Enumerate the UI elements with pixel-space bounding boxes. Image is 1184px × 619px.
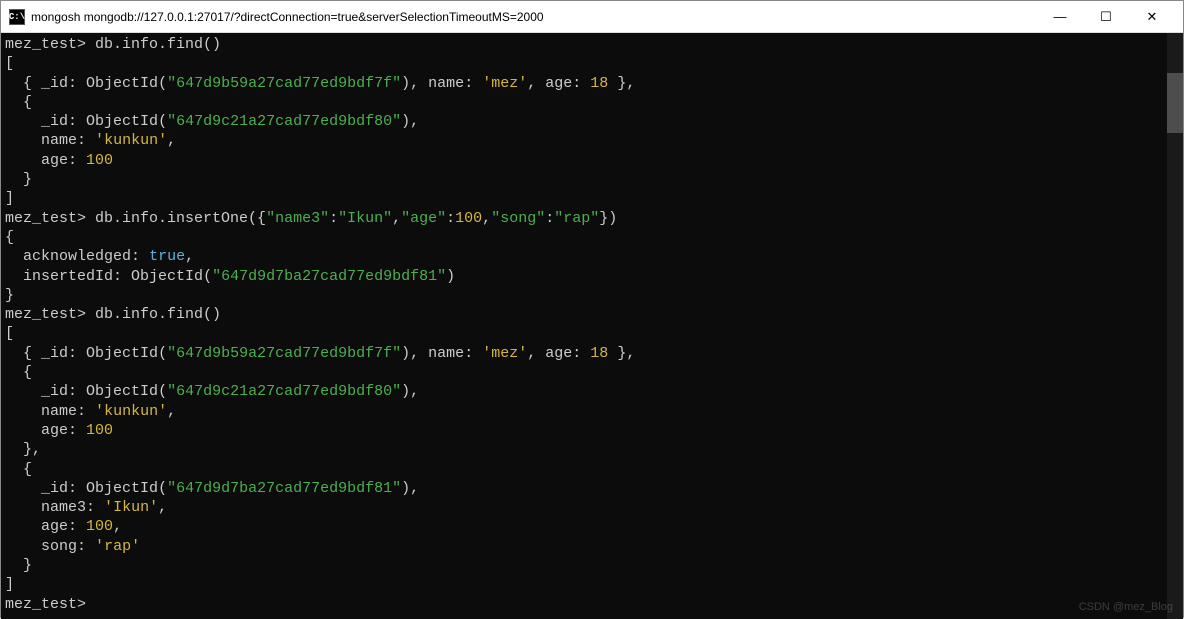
number-value: 100 — [86, 518, 113, 535]
command-text: db.info.insertOne({ — [95, 210, 266, 227]
objectid-label: ObjectId — [131, 268, 203, 285]
field-key: age — [41, 152, 68, 169]
shell-prompt: mez_test> — [5, 36, 86, 53]
field-key: name — [41, 132, 77, 149]
shell-prompt: mez_test> — [5, 596, 86, 613]
string-value: 'mez' — [482, 75, 527, 92]
output-brace: { — [5, 461, 32, 478]
window-titlebar: C:\ mongosh mongodb://127.0.0.1:27017/?d… — [1, 1, 1183, 33]
field-key: song — [41, 538, 77, 555]
output-brace: { — [5, 364, 32, 381]
field-key: age — [545, 75, 572, 92]
scrollbar-track[interactable] — [1167, 33, 1183, 619]
output-bracket: [ — [5, 325, 14, 342]
json-value: "Ikun" — [338, 210, 392, 227]
json-key: "name3" — [266, 210, 329, 227]
output-bracket: ] — [5, 576, 14, 593]
maximize-button[interactable]: ☐ — [1083, 1, 1129, 33]
close-button[interactable]: ✕ — [1129, 1, 1175, 33]
objectid-value: "647d9c21a27cad77ed9bdf80" — [167, 383, 401, 400]
objectid-value: "647d9b59a27cad77ed9bdf7f" — [167, 75, 401, 92]
objectid-value: "647d9d7ba27cad77ed9bdf81" — [167, 480, 401, 497]
field-key: insertedId — [23, 268, 113, 285]
string-value: 'mez' — [482, 345, 527, 362]
output-brace: { — [5, 94, 32, 111]
json-key: "age" — [401, 210, 446, 227]
objectid-value: "647d9d7ba27cad77ed9bdf81" — [212, 268, 446, 285]
field-key: name3 — [41, 499, 86, 516]
command-text: db.info.find() — [95, 306, 221, 323]
window-title: mongosh mongodb://127.0.0.1:27017/?direc… — [31, 10, 1037, 24]
objectid-label: ObjectId — [86, 345, 158, 362]
shell-prompt: mez_test> — [5, 210, 86, 227]
field-key: age — [41, 518, 68, 535]
minimize-button[interactable]: — — [1037, 1, 1083, 33]
number-value: 18 — [590, 345, 608, 362]
shell-prompt: mez_test> — [5, 306, 86, 323]
field-key: name — [428, 75, 464, 92]
json-key: "song" — [491, 210, 545, 227]
number-value: 100 — [86, 152, 113, 169]
json-value: 100 — [455, 210, 482, 227]
terminal-container: mez_test> db.info.find() [ { _id: Object… — [1, 33, 1183, 619]
objectid-value: "647d9b59a27cad77ed9bdf7f" — [167, 345, 401, 362]
json-value: "rap" — [554, 210, 599, 227]
field-key: _id — [41, 113, 68, 130]
number-value: 18 — [590, 75, 608, 92]
output-line: { — [5, 75, 41, 92]
string-value: 'kunkun' — [95, 132, 167, 149]
objectid-label: ObjectId — [86, 113, 158, 130]
output-line: { — [5, 345, 41, 362]
window-controls: — ☐ ✕ — [1037, 1, 1175, 33]
string-value: 'Ikun' — [104, 499, 158, 516]
field-key: _id — [41, 345, 68, 362]
output-bracket: ] — [5, 190, 14, 207]
output-brace: } — [5, 171, 32, 188]
objectid-label: ObjectId — [86, 480, 158, 497]
app-icon: C:\ — [9, 9, 25, 25]
objectid-label: ObjectId — [86, 383, 158, 400]
field-key: name — [41, 403, 77, 420]
number-value: 100 — [86, 422, 113, 439]
field-key: acknowledged — [23, 248, 131, 265]
field-key: age — [41, 422, 68, 439]
objectid-label: ObjectId — [86, 75, 158, 92]
field-key: name — [428, 345, 464, 362]
terminal-output[interactable]: mez_test> db.info.find() [ { _id: Object… — [1, 33, 1167, 619]
output-brace: } — [5, 287, 14, 304]
string-value: 'kunkun' — [95, 403, 167, 420]
field-key: _id — [41, 75, 68, 92]
watermark-text: CSDN @mez_Blog — [1079, 601, 1173, 613]
output-brace: { — [5, 229, 14, 246]
output-bracket: [ — [5, 55, 14, 72]
output-brace: } — [5, 557, 32, 574]
scrollbar-thumb[interactable] — [1167, 73, 1183, 133]
field-key: _id — [41, 480, 68, 497]
string-value: 'rap' — [95, 538, 140, 555]
field-key: age — [545, 345, 572, 362]
output-brace: }, — [5, 441, 41, 458]
field-key: _id — [41, 383, 68, 400]
objectid-value: "647d9c21a27cad77ed9bdf80" — [167, 113, 401, 130]
bool-value: true — [149, 248, 185, 265]
command-text: db.info.find() — [95, 36, 221, 53]
